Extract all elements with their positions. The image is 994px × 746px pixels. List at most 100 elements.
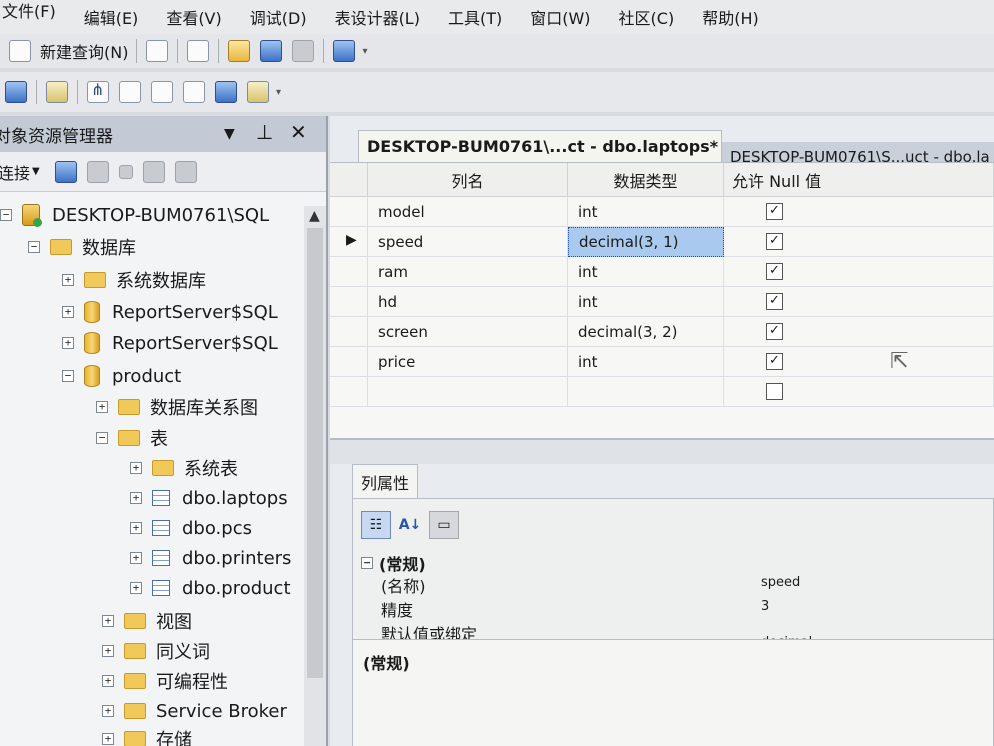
checkbox-unchecked[interactable] [766, 383, 783, 400]
expand-icon[interactable]: + [62, 306, 74, 318]
tree-node-system-tables[interactable]: + 系统表 [130, 453, 238, 483]
collapse-icon[interactable]: − [0, 209, 12, 221]
expand-icon[interactable]: + [102, 705, 114, 717]
check-constraints-icon[interactable] [215, 81, 237, 103]
indexes-icon[interactable] [119, 81, 141, 103]
property-value[interactable]: speed [761, 575, 800, 590]
refresh-icon[interactable] [174, 160, 197, 183]
tree-node-table-product[interactable]: + dbo.product [130, 573, 291, 603]
tree-node-system-databases[interactable]: + 系统数据库 [62, 265, 206, 295]
grid-row[interactable]: model int ✓ [330, 197, 994, 227]
menu-file[interactable]: 文件(F) [0, 0, 70, 22]
tree-node-table-printers[interactable]: + dbo.printers [130, 543, 291, 573]
menu-view[interactable]: 查看(V) [152, 5, 235, 29]
dropdown-arrow-icon[interactable]: ▼ [224, 126, 235, 142]
relationships-icon[interactable] [87, 80, 109, 103]
expand-icon[interactable]: + [102, 645, 114, 657]
tree-node-synonyms[interactable]: + 同义词 [102, 636, 210, 666]
row-selector[interactable] [330, 347, 368, 377]
menu-tools[interactable]: 工具(T) [434, 5, 516, 29]
categorized-icon[interactable]: ☷ [361, 511, 391, 539]
tree-node-product[interactable]: − product [62, 361, 181, 391]
pane-splitter[interactable] [330, 438, 994, 464]
connect-dropdown-icon[interactable]: ▼ [32, 166, 40, 177]
grid-row[interactable]: screen decimal(3, 2) ✓ [330, 317, 994, 347]
expand-icon[interactable]: + [130, 462, 142, 474]
disconnect-icon[interactable] [86, 160, 109, 183]
property-value[interactable]: 3 [761, 599, 769, 614]
expand-icon[interactable]: + [102, 615, 114, 627]
property-category[interactable]: − (常规) [361, 551, 426, 575]
toolbar-overflow-icon[interactable]: ▾ [276, 87, 281, 98]
expand-icon[interactable]: + [62, 337, 74, 349]
tree-node-diagrams[interactable]: + 数据库关系图 [96, 392, 258, 422]
data-type-cell[interactable]: decimal(3, 1) [568, 227, 724, 257]
column-name-cell[interactable]: model [368, 197, 568, 227]
column-name-cell[interactable]: speed [368, 227, 568, 257]
column-name-cell[interactable]: hd [368, 287, 568, 317]
data-type-cell[interactable]: decimal(3, 2) [568, 317, 724, 347]
tree-node-databases[interactable]: − 数据库 [28, 232, 136, 262]
tree-node-reportserver-temp[interactable]: + ReportServer$SQL [62, 328, 278, 358]
activity-monitor-icon[interactable] [333, 40, 356, 62]
grid-row[interactable]: hd int ✓ [330, 287, 994, 317]
checkbox-checked[interactable]: ✓ [766, 233, 783, 250]
column-name-cell[interactable]: price [368, 347, 568, 377]
fulltext-index-icon[interactable] [151, 81, 173, 103]
property-pages-icon[interactable]: ▭ [429, 511, 459, 539]
explorer-scrollbar[interactable]: ▲ [304, 206, 326, 746]
print-icon[interactable] [292, 40, 315, 62]
toolbar-overflow-icon[interactable]: ▾ [362, 46, 367, 57]
tab-laptops-design[interactable]: DESKTOP-BUM0761\...ct - dbo.laptops* [358, 130, 722, 162]
menu-debug[interactable]: 调试(D) [236, 5, 321, 29]
data-type-cell[interactable]: int [568, 287, 724, 317]
tree-node-reportserver[interactable]: + ReportServer$SQL [62, 297, 278, 327]
tree-node-server[interactable]: − DESKTOP-BUM0761\SQL [0, 200, 269, 230]
primary-key-icon[interactable] [46, 81, 68, 103]
expand-icon[interactable]: + [130, 492, 142, 504]
tree-node-service-broker[interactable]: + Service Broker [102, 696, 287, 726]
row-selector[interactable] [330, 257, 368, 287]
grid-row[interactable]: ▶ speed decimal(3, 1) ✓ [330, 227, 994, 257]
property-row[interactable]: 精度 [381, 597, 413, 621]
connect-object-icon[interactable] [54, 160, 77, 183]
expand-icon[interactable]: + [96, 401, 108, 413]
scrollbar-thumb[interactable] [307, 228, 323, 678]
checkbox-checked[interactable]: ✓ [766, 323, 783, 340]
checkbox-checked[interactable]: ✓ [766, 263, 783, 280]
tree-node-tables[interactable]: − 表 [96, 423, 168, 453]
row-selector[interactable] [330, 377, 368, 407]
checkbox-checked[interactable]: ✓ [766, 203, 783, 220]
menu-window[interactable]: 窗口(W) [516, 5, 604, 29]
row-selector[interactable]: ▶ [330, 227, 368, 257]
tree-node-table-laptops[interactable]: + dbo.laptops [130, 483, 288, 513]
collapse-icon[interactable]: − [361, 557, 373, 569]
close-icon[interactable]: ✕ [290, 120, 307, 144]
data-type-cell[interactable]: int [568, 257, 724, 287]
filter-icon[interactable] [142, 160, 165, 183]
tree-node-storage[interactable]: + 存储 [102, 724, 192, 746]
expand-icon[interactable]: + [102, 675, 114, 687]
collapse-icon[interactable]: − [28, 241, 40, 253]
property-row[interactable]: (名称) [381, 573, 426, 597]
grid-row[interactable]: ram int ✓ [330, 257, 994, 287]
tree-node-table-pcs[interactable]: + dbo.pcs [130, 513, 252, 543]
column-name-cell[interactable] [368, 377, 568, 407]
checkbox-checked[interactable]: ✓ [766, 293, 783, 310]
tree-node-programmability[interactable]: + 可编程性 [102, 666, 228, 696]
tree-node-views[interactable]: + 视图 [102, 606, 192, 636]
row-selector[interactable] [330, 287, 368, 317]
new-query-button[interactable]: 新建查询(N) [0, 39, 132, 63]
new-file-icon[interactable] [146, 40, 169, 62]
connect-button[interactable]: 连接 [0, 160, 30, 184]
copy-icon[interactable] [187, 40, 210, 62]
collapse-icon[interactable]: − [62, 370, 74, 382]
pin-icon[interactable]: ⊥ [256, 120, 273, 144]
save-icon[interactable] [260, 40, 283, 62]
column-name-cell[interactable]: screen [368, 317, 568, 347]
menu-community[interactable]: 社区(C) [605, 5, 689, 29]
menu-edit[interactable]: 编辑(E) [70, 5, 153, 29]
alphabetical-sort-icon[interactable]: A↓ [395, 511, 425, 539]
stop-icon[interactable] [118, 164, 133, 179]
row-selector[interactable] [330, 197, 368, 227]
